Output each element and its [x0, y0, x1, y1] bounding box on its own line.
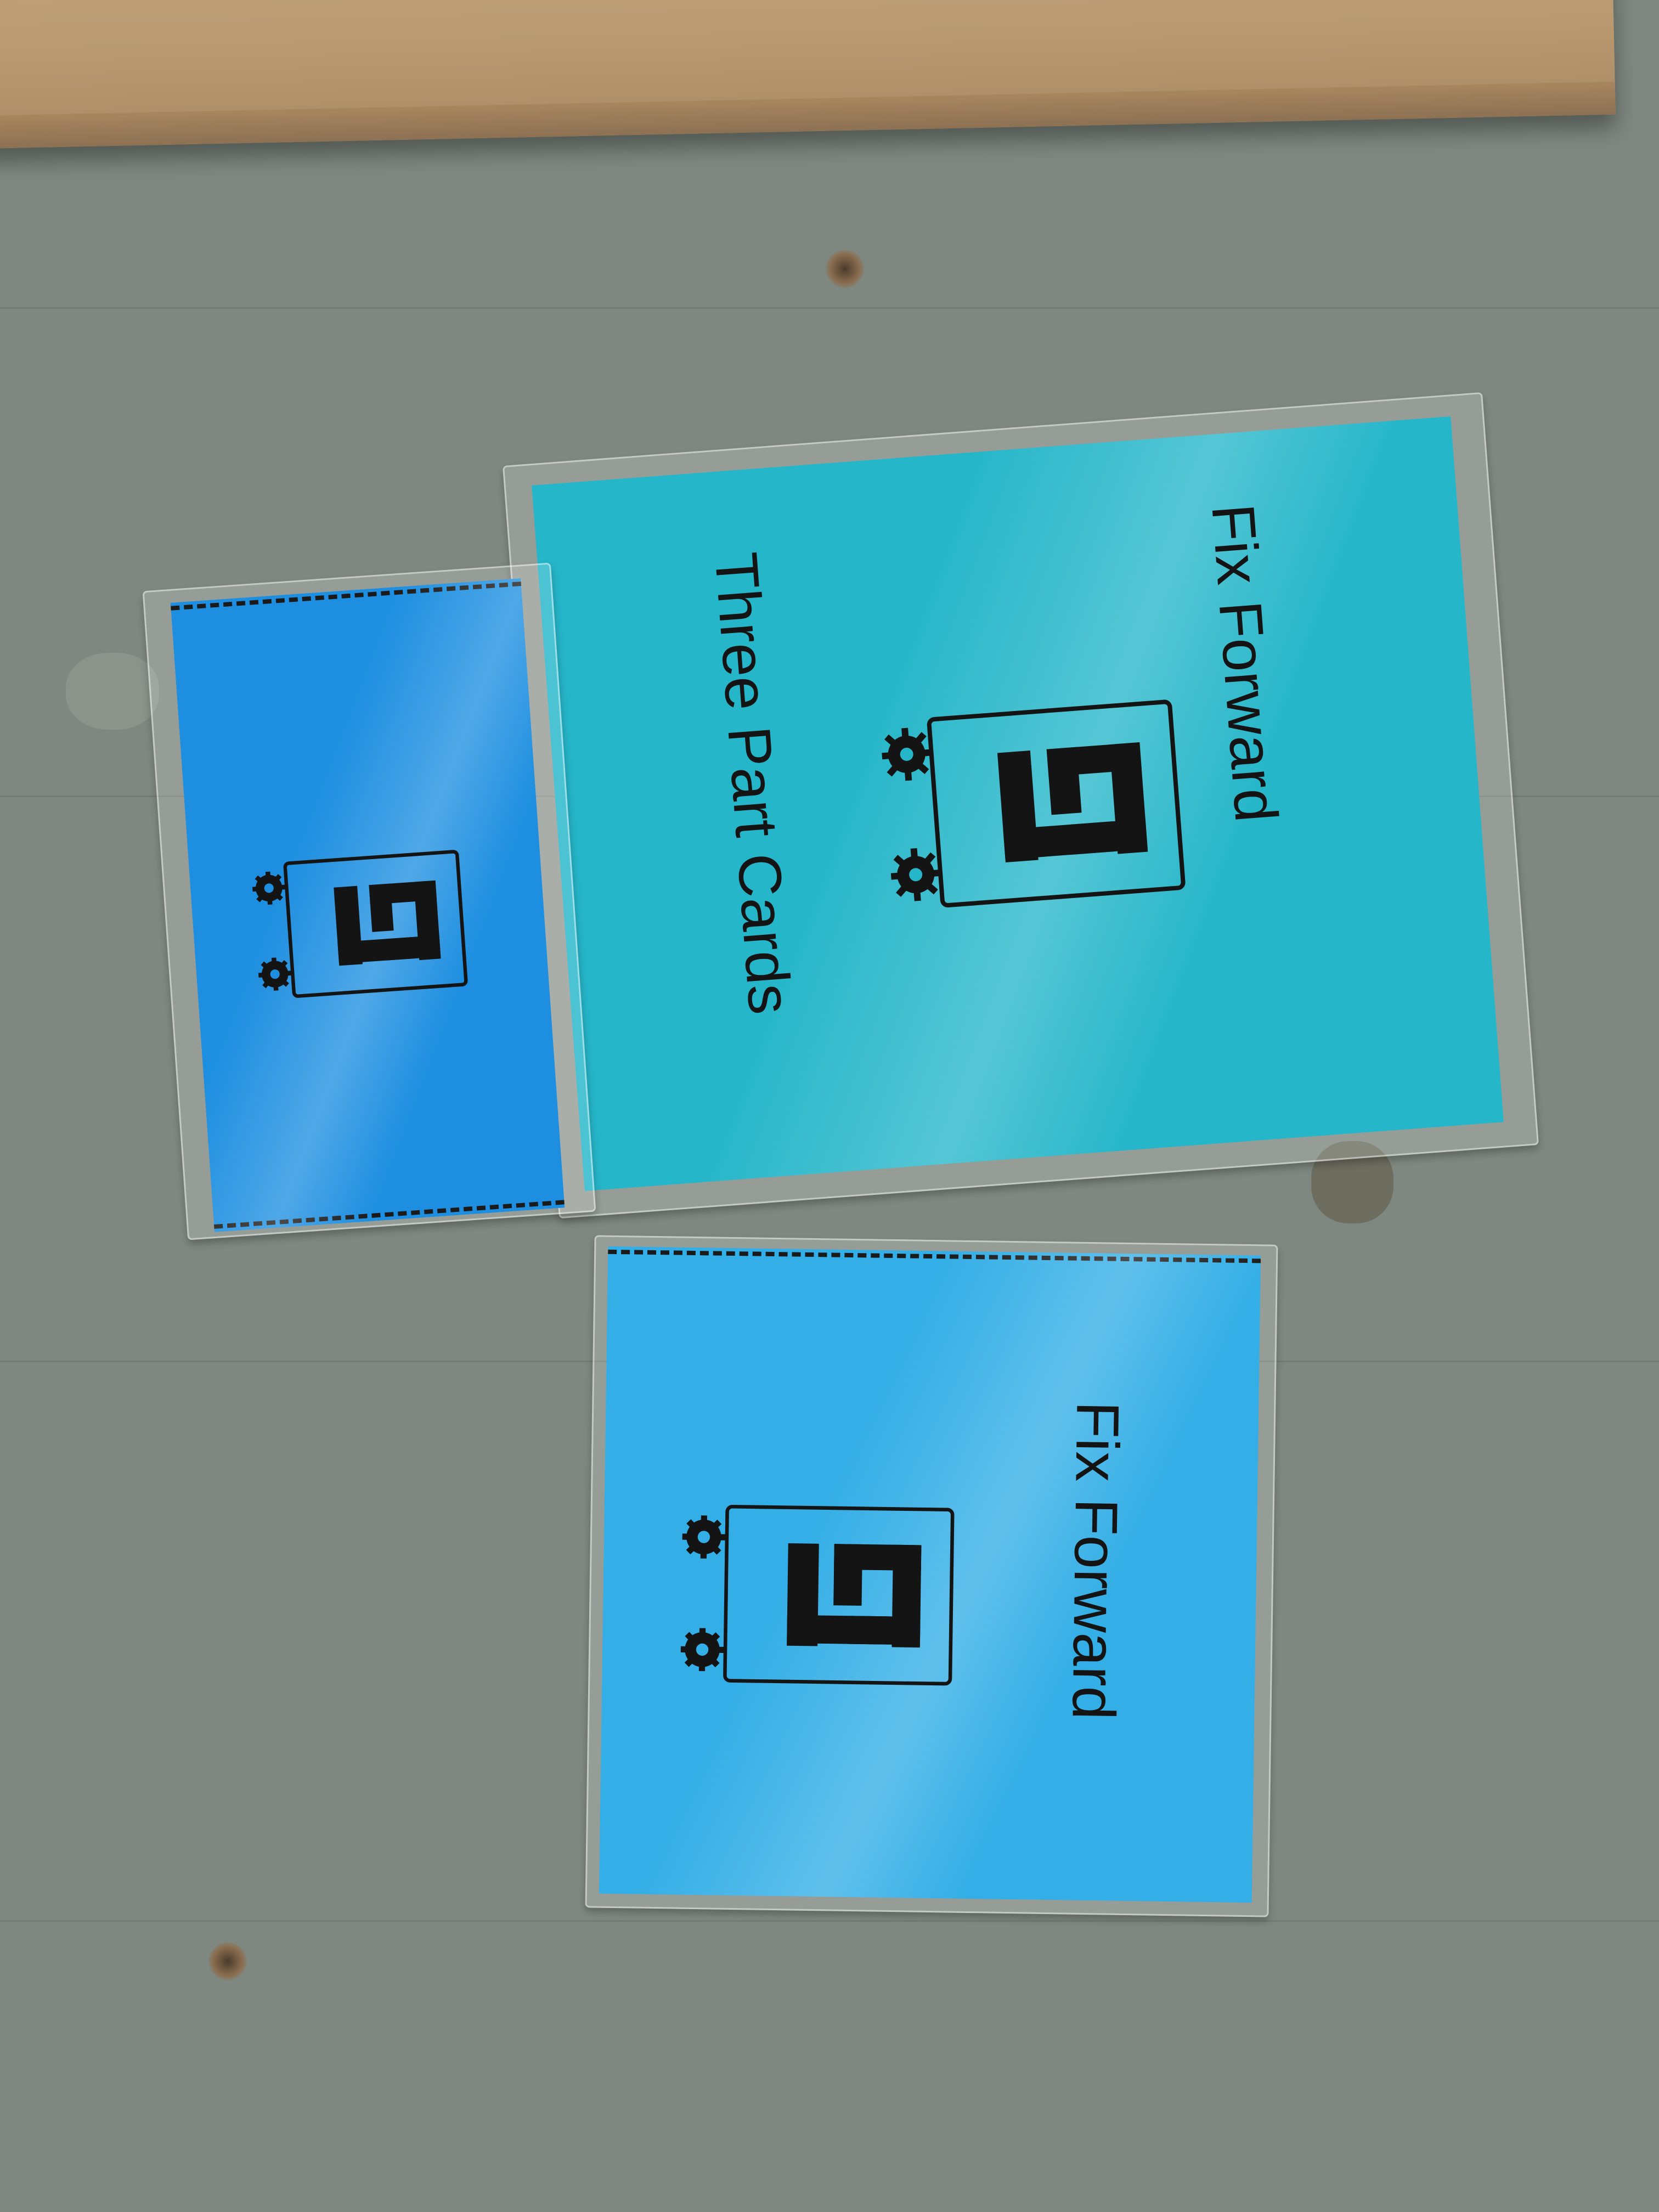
- plank-seam: [0, 307, 1659, 309]
- three-part-cards-title-card[interactable]: Fix Forward Three Part Cards: [532, 416, 1504, 1192]
- small-label-card[interactable]: [170, 578, 565, 1232]
- paint-scuff: [66, 653, 159, 730]
- card-title: Fix Forward: [1059, 1401, 1132, 1720]
- wood-knot: [208, 1942, 247, 1980]
- ff-monogram-with-gears-icon: [878, 677, 1223, 932]
- wooden-board: [0, 0, 1616, 149]
- wood-knot: [826, 250, 864, 288]
- fix-forward-card[interactable]: Fix Forward: [599, 1246, 1261, 1903]
- ff-monogram-with-gears-icon: [679, 1483, 989, 1707]
- ff-monogram-with-gears-icon: [238, 833, 506, 1015]
- tabletop-scene: Fix Forward Three Part Cards Fix Forward: [0, 0, 1659, 2212]
- plank-seam: [0, 1920, 1659, 1922]
